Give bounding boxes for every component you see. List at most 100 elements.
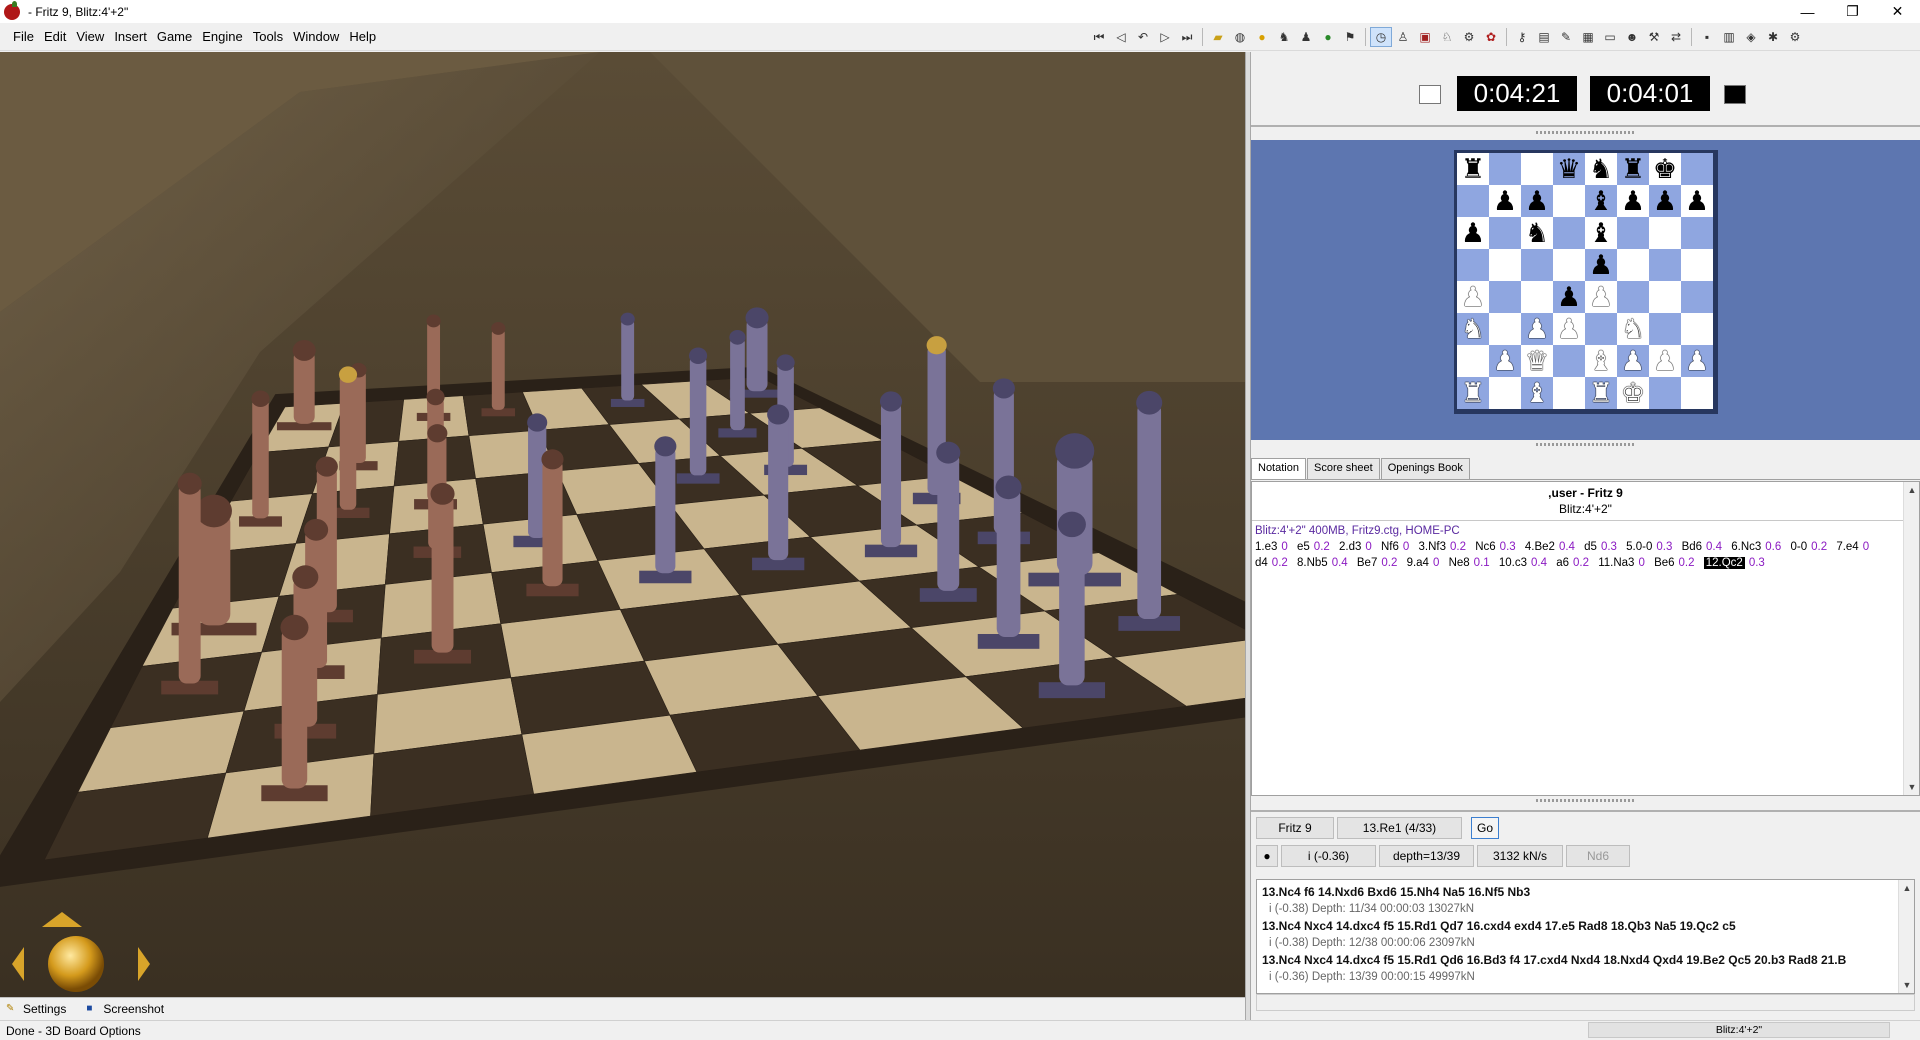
board-square[interactable] (1649, 217, 1681, 249)
menu-tools[interactable]: Tools (248, 29, 288, 44)
board-square[interactable]: ♟ (1489, 345, 1521, 377)
board-square[interactable]: ♝ (1585, 217, 1617, 249)
board-square[interactable] (1489, 313, 1521, 345)
first-move-icon[interactable]: ⏮ (1088, 27, 1110, 47)
back-move-icon[interactable]: ◁ (1110, 27, 1132, 47)
engine-icon[interactable]: ♞ (1273, 27, 1295, 47)
move[interactable]: e5 (1297, 541, 1310, 553)
white-knight-icon[interactable]: ♞ (1461, 315, 1485, 343)
board-square[interactable] (1521, 153, 1553, 185)
board-square[interactable]: ♟ (1521, 313, 1553, 345)
white-pawn-icon[interactable]: ♟ (1461, 283, 1485, 311)
board-square[interactable] (1617, 249, 1649, 281)
black-bishop-icon[interactable]: ♝ (1589, 219, 1613, 247)
white-rook-icon[interactable]: ♜ (1589, 379, 1613, 407)
board-square[interactable]: ♟ (1457, 217, 1489, 249)
3d-scene[interactable] (0, 52, 1245, 997)
board-square[interactable]: ♞ (1585, 153, 1617, 185)
current-move[interactable]: 12.Qc2 (1703, 557, 1745, 569)
board-square[interactable] (1489, 153, 1521, 185)
board-grid[interactable]: ♜ ♛ ♞ ♜ ♚ ♟ ♟ ♝ ♟ ♟ ♟ ♟ ♞ ♝ ♟ ♟ ♟ ♟ ♞ ♟ ♟ ♞ ♟ ♛ ♝ ♟ ♟ ♟ ♜ ♝ ♜ ♚ (1457, 153, 1715, 409)
database-icon[interactable]: ◍ (1229, 27, 1251, 47)
board-square[interactable] (1553, 217, 1585, 249)
black-rook-icon[interactable]: ♜ (1461, 155, 1485, 183)
menu-engine[interactable]: Engine (197, 29, 247, 44)
move[interactable]: 11.Na3 (1598, 557, 1634, 569)
take-back-icon[interactable]: ↶ (1132, 27, 1154, 47)
board-square[interactable] (1457, 249, 1489, 281)
board-square[interactable]: ♚ (1649, 153, 1681, 185)
black-pawn-icon[interactable]: ♟ (1493, 187, 1517, 215)
board-square[interactable]: ♟ (1553, 313, 1585, 345)
panel-gripper[interactable] (1536, 443, 1636, 446)
openings-icon[interactable]: ▤ (1533, 27, 1555, 47)
person-icon[interactable]: ☻ (1621, 27, 1643, 47)
tab-score-sheet[interactable]: Score sheet (1306, 458, 1380, 479)
pen-icon[interactable]: ✎ (1555, 27, 1577, 47)
black-queen-icon[interactable]: ♛ (1557, 155, 1581, 183)
board-square[interactable]: ♜ (1457, 153, 1489, 185)
move[interactable]: Bd6 (1682, 541, 1702, 553)
fritz-app-icon[interactable] (4, 0, 20, 20)
board-square[interactable] (1649, 281, 1681, 313)
black-bishop-icon[interactable]: ♝ (1589, 187, 1613, 215)
white-pawn-icon[interactable]: ♟ (1557, 315, 1581, 343)
move[interactable]: 8.Nb5 (1297, 557, 1328, 569)
menu-insert[interactable]: Insert (109, 29, 152, 44)
white-pawn-icon[interactable]: ♟ (1525, 315, 1549, 343)
hint-icon[interactable]: ● (1251, 27, 1273, 47)
move[interactable]: 1.e3 (1255, 541, 1277, 553)
piece-icon[interactable]: ♘ (1436, 27, 1458, 47)
board-square[interactable]: ♛ (1553, 153, 1585, 185)
white-pawn-icon[interactable]: ♟ (1589, 283, 1613, 311)
screenshot-tab[interactable]: ■ Screenshot (86, 1002, 164, 1016)
board-square[interactable]: ♟ (1489, 185, 1521, 217)
board-square[interactable]: ♟ (1617, 185, 1649, 217)
move[interactable]: 10.c3 (1499, 557, 1527, 569)
3d-board-view[interactable] (0, 52, 1245, 997)
analysis-output[interactable]: 13.Nc4 f6 14.Nxd6 Bxd6 15.Nh4 Na5 16.Nf5… (1256, 879, 1915, 994)
board-square[interactable]: ♟ (1617, 345, 1649, 377)
board-square[interactable]: ♟ (1585, 249, 1617, 281)
white-pawn-icon[interactable]: ♟ (1621, 347, 1645, 375)
analysis-hscrollbar[interactable] (1256, 994, 1915, 1011)
move[interactable]: Be6 (1654, 557, 1674, 569)
menu-window[interactable]: Window (288, 29, 344, 44)
board-square[interactable]: ♝ (1521, 377, 1553, 409)
move[interactable]: 5.0-0 (1626, 541, 1652, 553)
board-square[interactable] (1553, 377, 1585, 409)
board-square[interactable] (1649, 313, 1681, 345)
black-pawn-icon[interactable]: ♟ (1461, 219, 1485, 247)
board-icon[interactable]: ▦ (1577, 27, 1599, 47)
board-square[interactable] (1553, 345, 1585, 377)
chessboard-2d[interactable]: ♜ ♛ ♞ ♜ ♚ ♟ ♟ ♝ ♟ ♟ ♟ ♟ ♞ ♝ ♟ ♟ ♟ ♟ ♞ ♟ ♟ ♞ ♟ ♛ ♝ ♟ ♟ ♟ ♜ ♝ ♜ ♚ (1454, 150, 1718, 414)
board-square[interactable] (1649, 249, 1681, 281)
globe-icon[interactable]: ● (1317, 27, 1339, 47)
white-king-icon[interactable]: ♚ (1621, 379, 1645, 407)
white-knight-icon[interactable]: ♞ (1621, 315, 1645, 343)
friend-icon[interactable]: ✿ (1480, 27, 1502, 47)
scroll-up-icon[interactable]: ▲ (1904, 482, 1920, 498)
clock-icon[interactable]: ◷ (1370, 27, 1392, 47)
scroll-down-icon[interactable]: ▼ (1899, 977, 1914, 993)
pawn-icon[interactable]: ♙ (1392, 27, 1414, 47)
options-icon[interactable]: ✱ (1762, 27, 1784, 47)
black-knight-icon[interactable]: ♞ (1525, 219, 1549, 247)
save-icon[interactable]: ▪ (1696, 27, 1718, 47)
notation-pane[interactable]: ,user - Fritz 9 Blitz:4'+2" Blitz:4'+2" … (1251, 481, 1920, 796)
board-square[interactable] (1617, 281, 1649, 313)
scroll-up-icon[interactable]: ▲ (1899, 880, 1914, 896)
move[interactable]: 6.Nc3 (1731, 541, 1761, 553)
board-square[interactable]: ♟ (1585, 281, 1617, 313)
board-square[interactable]: ♟ (1553, 281, 1585, 313)
board-square[interactable]: ♞ (1457, 313, 1489, 345)
move[interactable]: 0-0 (1790, 541, 1807, 553)
move[interactable]: d4 (1255, 557, 1268, 569)
board-square[interactable]: ♟ (1457, 281, 1489, 313)
key-icon[interactable]: ⚷ (1511, 27, 1533, 47)
3d-icon[interactable]: ◈ (1740, 27, 1762, 47)
board-square[interactable] (1681, 281, 1713, 313)
tab-openings-book[interactable]: Openings Book (1380, 458, 1470, 479)
white-queen-icon[interactable]: ♛ (1525, 347, 1549, 375)
board-square[interactable] (1489, 217, 1521, 249)
